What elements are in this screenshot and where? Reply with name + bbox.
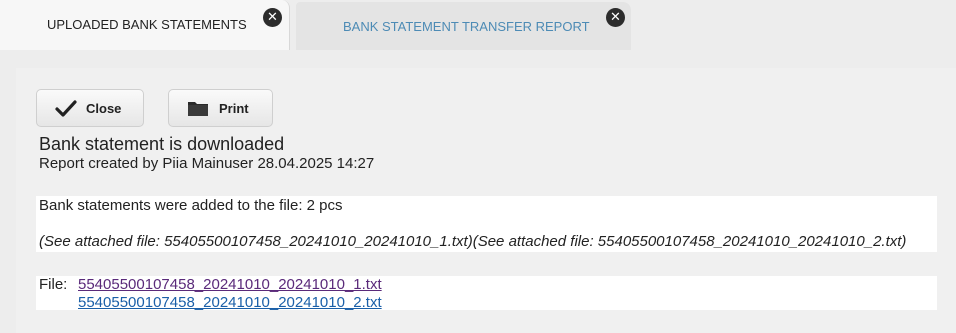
file-label: File: [39, 276, 68, 293]
tab-uploaded-bank-statements[interactable]: UPLOADED BANK STATEMENTS ✕ [0, 0, 290, 50]
page-title: Bank statement is downloaded [39, 134, 285, 154]
report-created-by: Report created by Piia Mainuser 28.04.20… [39, 155, 375, 172]
tab-bank-statement-transfer-report[interactable]: BANK STATEMENT TRANSFER REPORT ✕ [296, 2, 631, 50]
print-button-label: Print [219, 101, 249, 116]
print-button[interactable]: Print [168, 89, 273, 127]
file-link[interactable]: 55405500107458_20241010_20241010_1.txt [78, 276, 382, 293]
close-button[interactable]: Close [36, 89, 144, 127]
tab-label: BANK STATEMENT TRANSFER REPORT [343, 19, 590, 34]
close-icon[interactable]: ✕ [606, 8, 625, 27]
attached-files-text: (See attached file: 55405500107458_20241… [39, 233, 907, 250]
tab-bar: UPLOADED BANK STATEMENTS ✕ BANK STATEMEN… [0, 0, 956, 50]
checkmark-icon [55, 100, 77, 117]
folder-icon [188, 102, 208, 116]
close-button-label: Close [86, 101, 122, 116]
close-icon[interactable]: ✕ [263, 8, 282, 27]
file-link[interactable]: 55405500107458_20241010_20241010_2.txt [78, 294, 382, 311]
added-count-text: Bank statements were added to the file: … [39, 197, 343, 214]
tab-label: UPLOADED BANK STATEMENTS [47, 17, 247, 32]
